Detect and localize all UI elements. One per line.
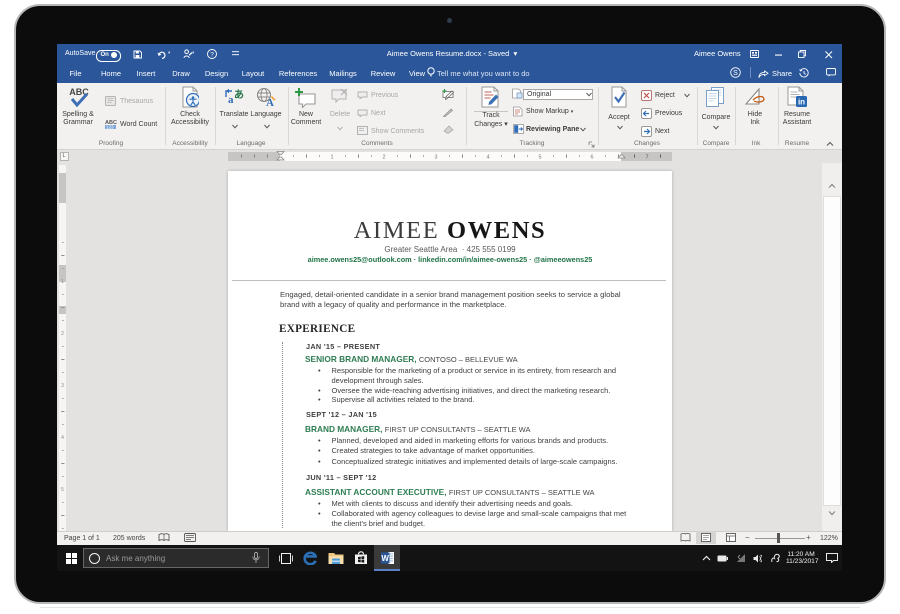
svg-text:1: 1 [61, 279, 64, 285]
svg-text:2: 2 [61, 331, 64, 337]
svg-text:W: W [381, 554, 389, 563]
svg-text:5: 5 [61, 487, 64, 493]
svg-text:4: 4 [61, 435, 64, 441]
svg-text:3: 3 [61, 383, 64, 389]
